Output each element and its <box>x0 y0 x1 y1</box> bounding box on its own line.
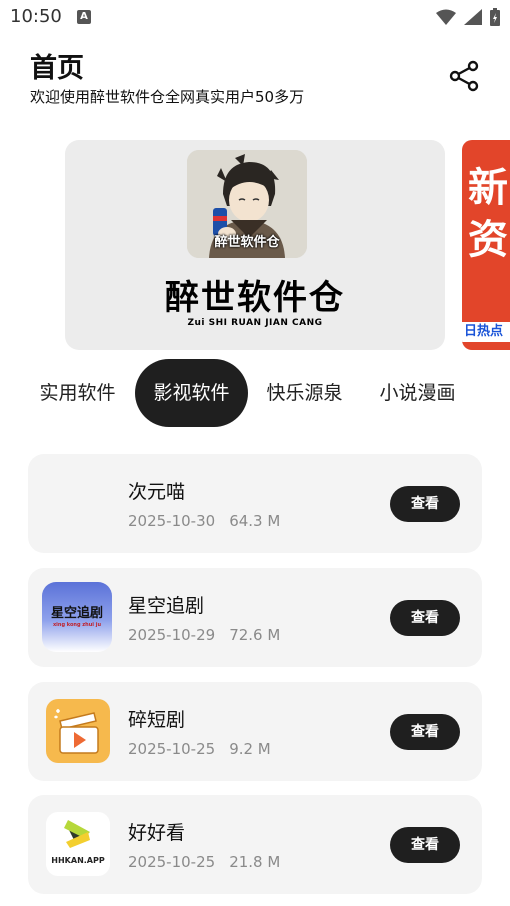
app-card[interactable]: 次元喵 2025-10-30 64.3 M 查看 <box>28 454 482 553</box>
banner-title: 醉世软件仓 <box>165 278 345 318</box>
app-icon-subcaption: xing kong zhui ju <box>52 622 102 628</box>
app-meta: 2025-10-29 72.6 M <box>128 626 280 644</box>
banner-subtitle: Zui SHI RUAN JIAN CANG <box>187 318 323 328</box>
app-size: 9.2 M <box>229 740 271 758</box>
banner-avatar-caption: 醉世软件仓 <box>214 235 280 250</box>
battery-icon <box>490 8 500 26</box>
view-button[interactable]: 查看 <box>390 600 460 636</box>
notification-icon: A <box>77 10 91 24</box>
clapper-play-icon <box>46 699 110 763</box>
tab-utility[interactable]: 实用软件 <box>20 359 135 427</box>
app-name: 好好看 <box>128 822 186 844</box>
banner-next-card[interactable]: 新 资 日热点 <box>462 140 510 350</box>
app-size: 64.3 M <box>229 512 281 530</box>
status-bar: 10:50 A <box>0 0 510 36</box>
share-icon <box>449 60 479 92</box>
app-meta: 2025-10-30 64.3 M <box>128 512 280 530</box>
app-date: 2025-10-30 <box>128 512 216 530</box>
star-drama-icon: 星空追剧 xing kong zhui ju <box>42 582 112 652</box>
banner-next-text: 新 资 <box>468 165 508 263</box>
app-card[interactable]: 星空追剧 xing kong zhui ju 星空追剧 2025-10-29 72… <box>28 568 482 667</box>
view-button[interactable]: 查看 <box>390 486 460 522</box>
app-name: 星空追剧 <box>128 595 205 617</box>
blank-icon <box>42 468 112 538</box>
app-meta: 2025-10-25 9.2 M <box>128 740 271 758</box>
app-name: 次元喵 <box>128 481 186 503</box>
wifi-icon <box>436 9 456 25</box>
banner-card[interactable]: 醉世软件仓 醉世软件仓 Zui SHI RUAN JIAN CANG <box>65 140 445 350</box>
category-tabs: 实用软件 影视软件 快乐源泉 小说漫画 <box>20 359 510 427</box>
app-date: 2025-10-25 <box>128 740 216 758</box>
page-title: 首页 <box>30 53 84 84</box>
tab-video[interactable]: 影视软件 <box>135 359 248 427</box>
app-icon-caption: HHKAN.APP <box>51 856 105 865</box>
app-name: 碎短剧 <box>128 709 186 731</box>
app-meta: 2025-10-25 21.8 M <box>128 853 280 871</box>
app-date: 2025-10-25 <box>128 853 216 871</box>
app-card[interactable]: HHKAN.APP 好好看 2025-10-25 21.8 M 查看 <box>28 795 482 894</box>
page-subtitle: 欢迎使用醉世软件仓全网真实用户50多万 <box>30 88 305 106</box>
view-button[interactable]: 查看 <box>390 714 460 750</box>
status-time: 10:50 <box>10 6 62 27</box>
banner-next-footer: 日热点 <box>462 322 510 342</box>
app-size: 72.6 M <box>229 626 281 644</box>
share-button[interactable] <box>446 58 482 94</box>
status-icons <box>436 8 500 26</box>
app-card[interactable]: 碎短剧 2025-10-25 9.2 M 查看 <box>28 682 482 781</box>
tab-fun[interactable]: 快乐源泉 <box>248 359 361 427</box>
app-date: 2025-10-29 <box>128 626 216 644</box>
app-size: 21.8 M <box>229 853 281 871</box>
app-icon-caption: 星空追剧 <box>50 606 103 621</box>
signal-icon <box>464 9 482 25</box>
hhkan-icon: HHKAN.APP <box>46 812 110 876</box>
tab-novel-comic[interactable]: 小说漫画 <box>361 359 474 427</box>
view-button[interactable]: 查看 <box>390 827 460 863</box>
banner-avatar: 醉世软件仓 <box>187 150 307 258</box>
